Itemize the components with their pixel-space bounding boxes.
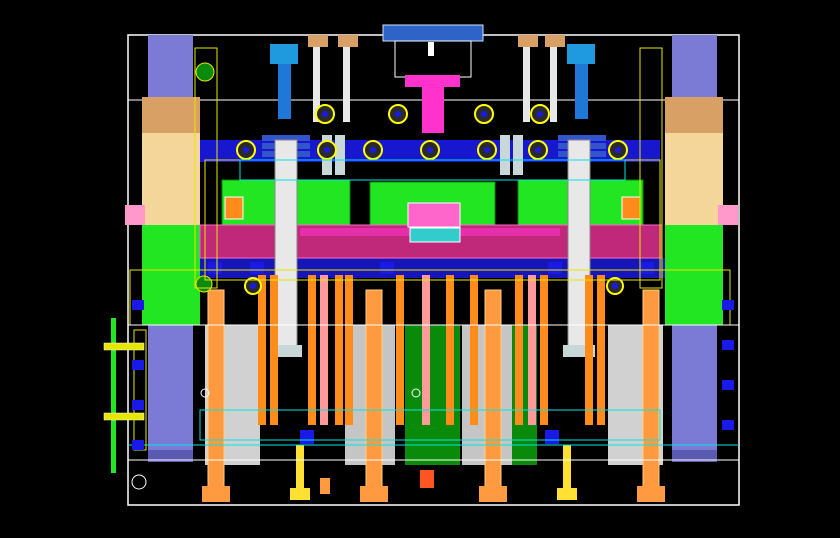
- cooling-plug-left: [224, 196, 244, 220]
- support-pillar-left: [274, 139, 298, 351]
- steel-column: [500, 135, 510, 175]
- cooling-plug-right: [621, 196, 641, 220]
- mold-assembly-drawing: [0, 0, 840, 538]
- side-insert-right: [718, 205, 738, 225]
- guide-pillar-right: [665, 35, 723, 462]
- top-clamp-plate: [382, 24, 484, 42]
- center-slider-block: [407, 202, 461, 243]
- cad-viewport[interactable]: [0, 0, 840, 538]
- side-insert-left: [125, 205, 145, 225]
- knockout-insert: [320, 478, 330, 494]
- guide-pillar-left: [142, 35, 200, 462]
- steel-column: [513, 135, 523, 175]
- steel-column: [335, 135, 345, 175]
- knockout-insert: [420, 470, 434, 488]
